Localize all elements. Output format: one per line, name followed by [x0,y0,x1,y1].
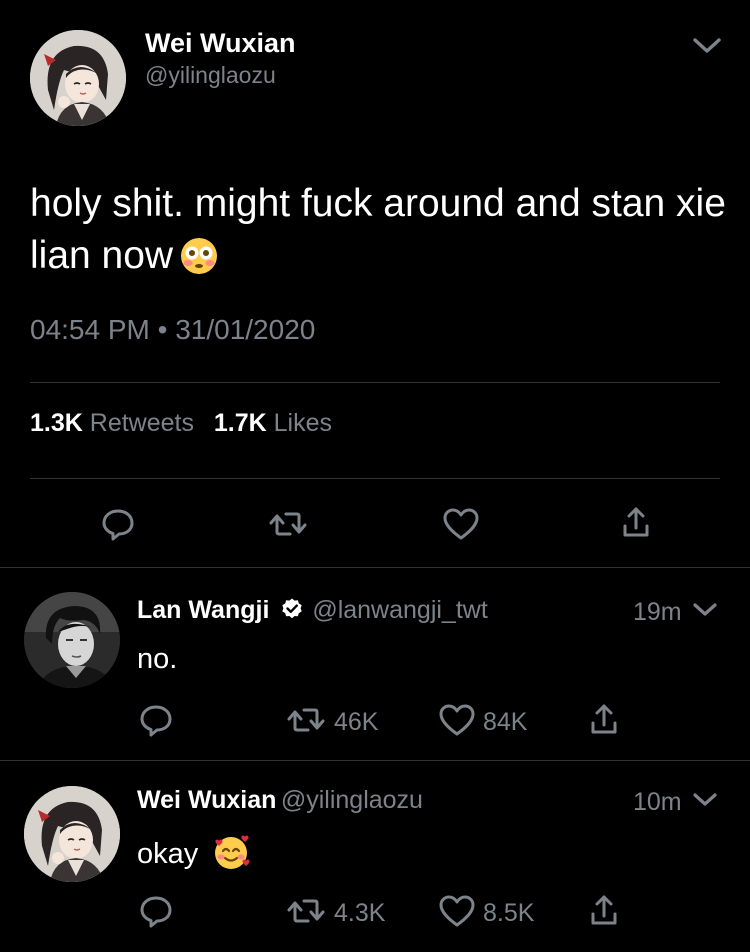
smiling-face-with-hearts-emoji-icon [212,833,250,879]
reply-icon[interactable] [138,702,174,738]
reply-text: no. [137,643,178,675]
main-display-name[interactable]: Wei Wuxian [145,28,296,59]
divider [30,382,720,383]
reply-text: okay [137,833,250,879]
reply-display-name[interactable]: Wei Wuxian [137,786,276,814]
share-icon[interactable] [620,504,652,540]
like-count[interactable]: 84K [483,708,527,737]
divider [0,567,750,568]
main-options-chevron-icon[interactable] [690,34,724,58]
reply-header: Lan Wangji @lanwangji_twt [137,596,488,628]
share-icon[interactable] [588,701,620,737]
reply-handle[interactable]: @lanwangji_twt [312,596,487,624]
engagement-stats: 1.3K Retweets 1.7K Likes [30,409,332,438]
retweet-count[interactable]: 4.3K [334,899,385,928]
retweet-icon[interactable] [268,506,308,542]
flushed-face-emoji-icon [179,236,219,290]
retweet-icon[interactable] [286,702,326,738]
likes-count[interactable]: 1.7K [214,409,267,437]
divider [30,478,720,479]
reply-handle[interactable]: @yilinglaozu [281,786,423,814]
verified-badge-icon [280,597,304,626]
main-timestamp[interactable]: 04:54 PM • 31/01/2020 [30,314,315,346]
like-heart-icon[interactable] [438,893,476,929]
like-count[interactable]: 8.5K [483,899,534,928]
reply-avatar[interactable] [24,786,120,882]
reply-avatar[interactable] [24,592,120,688]
reply-display-name[interactable]: Lan Wangji [137,596,269,624]
retweet-icon[interactable] [286,893,326,929]
share-icon[interactable] [588,892,620,928]
like-heart-icon[interactable] [438,702,476,738]
main-tweet-text: holy shit. might fuck around and stan xi… [30,178,730,290]
reply-time[interactable]: 19m [633,598,682,627]
retweets-label[interactable]: Retweets [90,409,194,437]
reply-icon[interactable] [100,506,136,542]
retweet-count[interactable]: 46K [334,708,378,737]
main-avatar[interactable] [30,30,126,126]
reply-time[interactable]: 10m [633,788,682,817]
reply-icon[interactable] [138,893,174,929]
reply-header: Wei Wuxian @yilinglaozu [137,786,423,818]
likes-label[interactable]: Likes [274,409,332,437]
divider [0,760,750,761]
retweets-count[interactable]: 1.3K [30,409,83,437]
reply-options-chevron-icon[interactable] [690,599,720,621]
like-heart-icon[interactable] [442,506,480,542]
main-handle[interactable]: @yilinglaozu [145,62,276,89]
reply-options-chevron-icon[interactable] [690,789,720,811]
main-tweet-text-content: holy shit. might fuck around and stan xi… [30,182,726,277]
reply-text-content: okay [137,838,199,870]
